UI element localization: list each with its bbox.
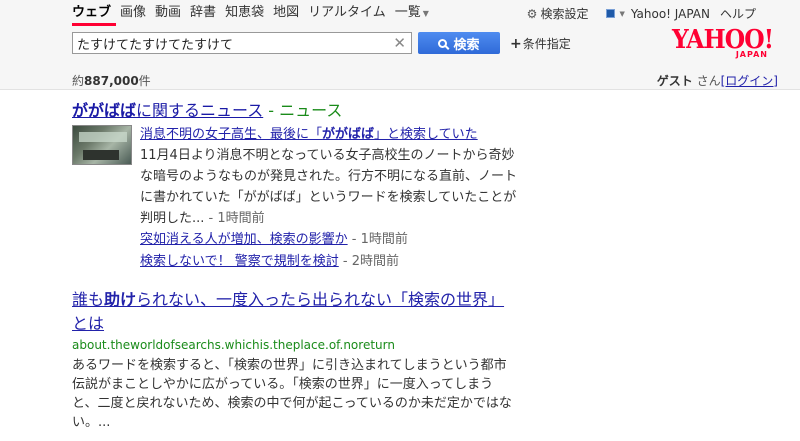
search-box: ✕ <box>72 32 412 54</box>
result-title-post: られない、一度入ったら出られない「検索の世界」とは <box>72 290 505 333</box>
plus-icon: + <box>510 36 522 52</box>
result-title-pre: 誰も <box>72 290 105 309</box>
vertical-nav: ウェブ 画像 動画 辞書 知恵袋 地図 リアルタイム 一覧 ▼ <box>72 3 438 23</box>
result-count-prefix: 約 <box>72 74 85 88</box>
logo-sub: JAPAN <box>735 50 768 59</box>
news-sub-item: 突如消える人が増加、検索の影響か - 1時間前 <box>140 228 408 247</box>
news-title-pre: 消息不明の女子高生、最後に「 <box>140 127 323 142</box>
nav-item-images[interactable]: 画像 <box>120 4 146 22</box>
login-link[interactable]: [ログイン] <box>721 74 778 88</box>
result-title-keyword: 助け <box>104 290 137 309</box>
yahoo-logo[interactable]: YAHOO! JAPAN <box>672 25 782 62</box>
news-sub-link[interactable]: 突如消える人が増加、検索の影響か <box>140 232 348 247</box>
news-sub-link[interactable]: 検索しないで！ 警察で規制を検討 <box>140 254 339 269</box>
result-count-suffix: 件 <box>138 74 151 88</box>
search-input[interactable] <box>73 33 391 53</box>
result-count-number: 887,000 <box>84 74 139 88</box>
result-snippet: あるワードを検索すると、「検索の世界」に引き込まれてしまうという都市伝説がまこと… <box>72 358 512 430</box>
search-icon <box>438 38 448 48</box>
result-count: 約887,000件 <box>72 72 151 89</box>
logo-text: YAHOO! <box>672 25 774 55</box>
thumbnail-desk <box>83 150 119 160</box>
guest-label: ゲスト <box>656 74 693 88</box>
news-heading-text: に関するニュース <box>136 101 264 120</box>
yahoo-japan-link[interactable]: ▼ Yahoo! JAPAN <box>606 7 710 21</box>
yahoo-square-icon <box>606 9 616 18</box>
nav-item-web[interactable]: ウェブ <box>72 4 111 22</box>
yahoo-japan-label: Yahoo! JAPAN <box>630 6 710 21</box>
news-title-post: 」と検索していた <box>374 127 478 142</box>
active-tab-indicator <box>72 23 116 26</box>
search-button-label: 検索 <box>453 37 480 53</box>
help-link[interactable]: ヘルプ <box>720 5 756 22</box>
clear-icon[interactable]: ✕ <box>393 34 406 52</box>
caret-down-icon: ▼ <box>422 8 429 18</box>
news-sub-item: 検索しないで！ 警察で規制を検討 - 2時間前 <box>140 250 399 269</box>
result-url: about.theworldofsearchs.whichis.theplace… <box>72 338 395 352</box>
news-heading-link[interactable]: ががばばに関するニュース <box>72 101 263 120</box>
nav-item-list[interactable]: 一覧 ▼ <box>395 4 429 23</box>
news-article-title[interactable]: 消息不明の女子高生、最後に「ががばば」と検索していた <box>140 123 478 142</box>
conditions-label: 条件指定 <box>522 37 571 51</box>
nav-item-dictionary[interactable]: 辞書 <box>190 4 216 22</box>
news-heading-tag: - ニュース <box>263 101 343 120</box>
nav-item-video[interactable]: 動画 <box>155 4 181 22</box>
dropdown-arrow-icon[interactable]: ▼ <box>619 10 624 18</box>
news-heading-keyword: ががばば <box>72 101 137 120</box>
thumbnail-window <box>79 132 127 142</box>
search-settings-link[interactable]: 検索設定 <box>540 5 588 22</box>
nav-item-map[interactable]: 地図 <box>273 4 299 22</box>
news-snippet: 11月4日より消息不明となっている女子高校生のノートから奇妙な暗号のようなものが… <box>140 145 520 229</box>
news-title-keyword: ががばば <box>322 127 375 142</box>
gear-icon: ⚙ <box>526 6 538 21</box>
news-thumbnail[interactable] <box>72 125 132 165</box>
san-label: さん <box>696 74 721 88</box>
news-sub-time: - 1時間前 <box>347 232 408 247</box>
search-button[interactable]: 検索 <box>418 32 500 54</box>
news-heading: ががばばに関するニュース - ニュース <box>72 97 342 121</box>
advanced-search-link[interactable]: +条件指定 <box>510 35 571 52</box>
nav-item-chiebukuro[interactable]: 知恵袋 <box>225 4 264 22</box>
news-snippet-text: 11月4日より消息不明となっている女子高校生のノートから奇妙な暗号のようなものが… <box>140 148 518 226</box>
nav-item-list-label: 一覧 <box>394 4 421 20</box>
nav-item-realtime[interactable]: リアルタイム <box>308 4 386 22</box>
news-snippet-time: - 1時間前 <box>204 211 265 226</box>
result-title[interactable]: 誰も助けられない、一度入ったら出られない「検索の世界」とは <box>72 288 512 336</box>
user-status: ゲスト さん[ログイン] <box>657 72 778 89</box>
header-bar: ウェブ 画像 動画 辞書 知恵袋 地図 リアルタイム 一覧 ▼ ⚙ 検索設定 ▼ … <box>0 0 800 90</box>
news-sub-time: - 2時間前 <box>338 254 399 269</box>
top-links: ⚙ 検索設定 ▼ Yahoo! JAPAN ヘルプ <box>527 5 756 22</box>
